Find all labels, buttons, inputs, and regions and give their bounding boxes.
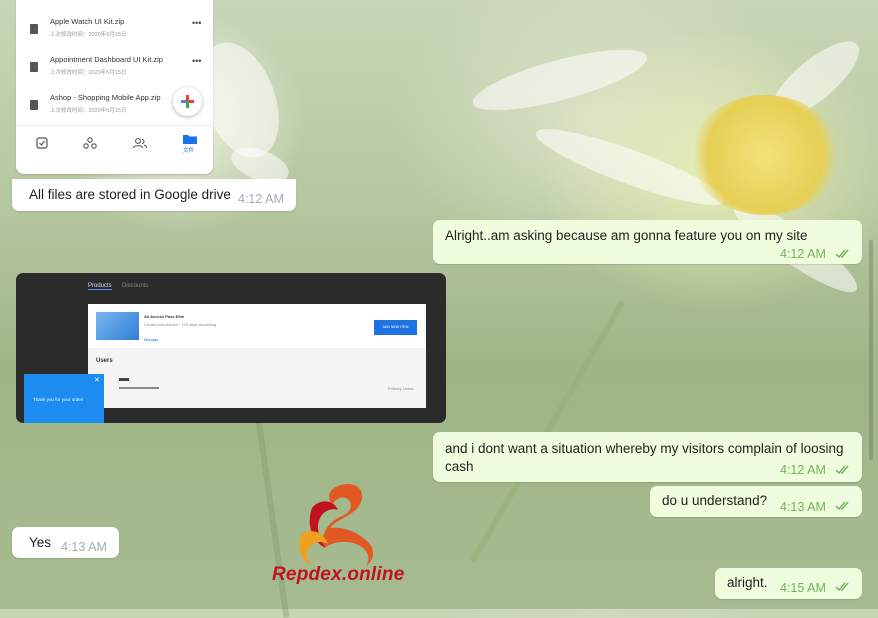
message-text: All files are stored in Google drive xyxy=(29,187,231,202)
product-desc: Create new license / 100 days remaining xyxy=(144,322,217,327)
tab-discounts: Discounts xyxy=(122,283,149,289)
more-icon: ••• xyxy=(192,56,202,66)
file-row: Appointment Dashboard UI Kit.zip 上次修改时间：… xyxy=(16,50,213,86)
file-row: Apple Watch UI Kit.zip 上次修改时间：2020年5月15日… xyxy=(16,12,213,48)
double-check-icon xyxy=(835,582,849,592)
message-incoming[interactable]: Yes 4:13 AM xyxy=(12,527,119,558)
zip-file-icon xyxy=(30,62,38,72)
tab-label-files: 文件 xyxy=(183,148,195,154)
message-incoming[interactable]: All files are stored in Google drive 4:1… xyxy=(12,179,296,211)
file-meta: 上次修改时间：2020年5月15日 xyxy=(50,32,127,38)
tasks-icon xyxy=(36,137,48,149)
double-check-icon xyxy=(835,249,849,259)
people-icon xyxy=(132,138,148,149)
message-outgoing[interactable]: and i dont want a situation whereby my v… xyxy=(433,432,862,482)
popup-text: Thank you for your order! xyxy=(33,397,84,402)
row-right-text: Primary Users xyxy=(388,386,414,391)
file-name: Appointment Dashboard UI Kit.zip xyxy=(50,55,163,64)
add-plus-icon xyxy=(173,87,202,116)
order-popup: ✕ Thank you for your order! xyxy=(24,374,104,423)
message-text: do u understand? xyxy=(662,493,768,508)
double-check-icon xyxy=(835,465,849,475)
tab-products: Products xyxy=(88,283,112,290)
shared-image-drive-files[interactable]: Apple Watch UI Kit.zip 上次修改时间：2020年5月15日… xyxy=(16,0,213,174)
message-time: 4:13 AM xyxy=(780,500,826,514)
shared-image-dashboard[interactable]: Products Discounts All Access Pass Elite… xyxy=(16,273,446,423)
message-time: 4:12 AM xyxy=(780,463,826,477)
product-panel: All Access Pass Elite Create new license… xyxy=(88,304,426,408)
users-title: Users xyxy=(96,358,113,364)
shared-icon xyxy=(83,137,97,149)
message-time: 4:12 AM xyxy=(780,247,826,261)
message-outgoing[interactable]: alright. 4:15 AM xyxy=(715,568,862,599)
message-outgoing[interactable]: do u understand? 4:13 AM xyxy=(650,486,862,517)
product-link: Manage xyxy=(144,337,159,342)
watermark-text: Repdex.online xyxy=(272,564,405,585)
zip-file-icon xyxy=(30,100,38,110)
message-outgoing[interactable]: Alright..am asking because am gonna feat… xyxy=(433,220,862,264)
message-time: 4:13 AM xyxy=(61,540,107,554)
close-icon: ✕ xyxy=(94,377,100,384)
scrollbar[interactable] xyxy=(869,240,873,460)
message-time: 4:12 AM xyxy=(238,192,284,206)
add-item-button: ADD NEW ITEM xyxy=(374,320,417,335)
file-name: Ashop - Shopping Mobile App.zip xyxy=(50,93,161,102)
folder-icon xyxy=(183,135,197,144)
zip-file-icon xyxy=(30,24,38,34)
message-text: Alright..am asking because am gonna feat… xyxy=(445,228,808,243)
double-check-icon xyxy=(835,501,849,511)
file-meta: 上次修改时间：2020年5月15日 xyxy=(50,108,127,114)
product-thumbnail xyxy=(96,312,139,340)
message-text: alright. xyxy=(727,575,768,590)
product-title: All Access Pass Elite xyxy=(144,314,185,319)
message-text: Yes xyxy=(29,535,52,550)
message-time: 4:15 AM xyxy=(780,581,826,595)
more-icon: ••• xyxy=(192,18,202,28)
file-name: Apple Watch UI Kit.zip xyxy=(50,17,125,26)
file-meta: 上次修改时间：2020年5月15日 xyxy=(50,70,127,76)
